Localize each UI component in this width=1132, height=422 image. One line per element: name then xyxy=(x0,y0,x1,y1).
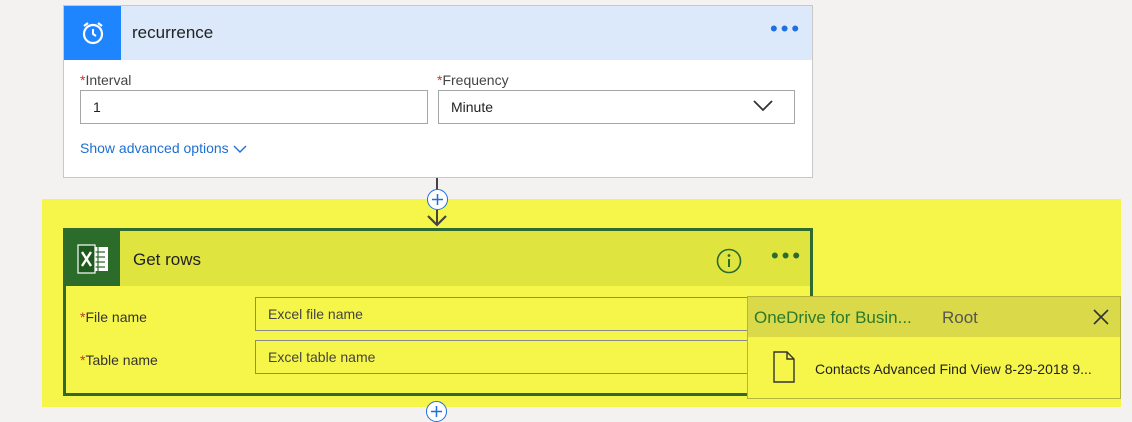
table-name-label: *Table name xyxy=(80,352,158,368)
alarm-clock-icon xyxy=(64,6,121,60)
get-rows-card: Get rows ••• *File name Excel file name … xyxy=(63,228,813,396)
show-advanced-options-link[interactable]: Show advanced options xyxy=(80,140,247,156)
interval-label: *Interval xyxy=(80,72,132,88)
file-picker-popup: OneDrive for Busin... Root Contacts Adva… xyxy=(747,296,1121,399)
recurrence-more-button[interactable]: ••• xyxy=(770,18,802,40)
frequency-select[interactable]: Minute xyxy=(438,90,795,124)
info-icon[interactable] xyxy=(716,248,742,274)
plus-icon xyxy=(432,194,443,205)
get-rows-title: Get rows xyxy=(133,250,202,269)
plus-icon xyxy=(431,406,442,417)
chevron-down-icon xyxy=(753,100,773,112)
frequency-label: *Frequency xyxy=(437,72,509,88)
frequency-value: Minute xyxy=(451,99,494,115)
recurrence-title: recurrence xyxy=(132,23,214,42)
add-step-button[interactable] xyxy=(427,189,448,210)
file-name-label: *File name xyxy=(80,309,147,325)
interval-input[interactable]: 1 xyxy=(80,90,428,124)
picker-file-item[interactable]: Contacts Advanced Find View 8-29-2018 9.… xyxy=(748,337,1120,399)
file-icon xyxy=(773,351,795,383)
picker-source-link[interactable]: OneDrive for Busin... xyxy=(754,308,912,328)
file-picker-header: OneDrive for Busin... Root xyxy=(748,297,1120,337)
add-step-button[interactable] xyxy=(426,401,447,422)
close-icon[interactable] xyxy=(1091,307,1111,327)
table-name-input[interactable]: Excel table name xyxy=(255,340,790,374)
chevron-down-icon xyxy=(233,145,247,153)
file-name-input[interactable]: Excel file name xyxy=(255,297,790,331)
arrow-down-icon xyxy=(427,210,447,227)
recurrence-header[interactable]: recurrence ••• xyxy=(64,6,812,60)
get-rows-more-button[interactable]: ••• xyxy=(771,245,803,267)
excel-icon xyxy=(66,231,120,286)
picker-location: Root xyxy=(942,308,978,327)
picker-file-name: Contacts Advanced Find View 8-29-2018 9.… xyxy=(815,361,1092,377)
recurrence-card: recurrence ••• *Interval 1 *Frequency Mi… xyxy=(63,5,813,178)
get-rows-header[interactable]: Get rows ••• xyxy=(66,231,810,286)
